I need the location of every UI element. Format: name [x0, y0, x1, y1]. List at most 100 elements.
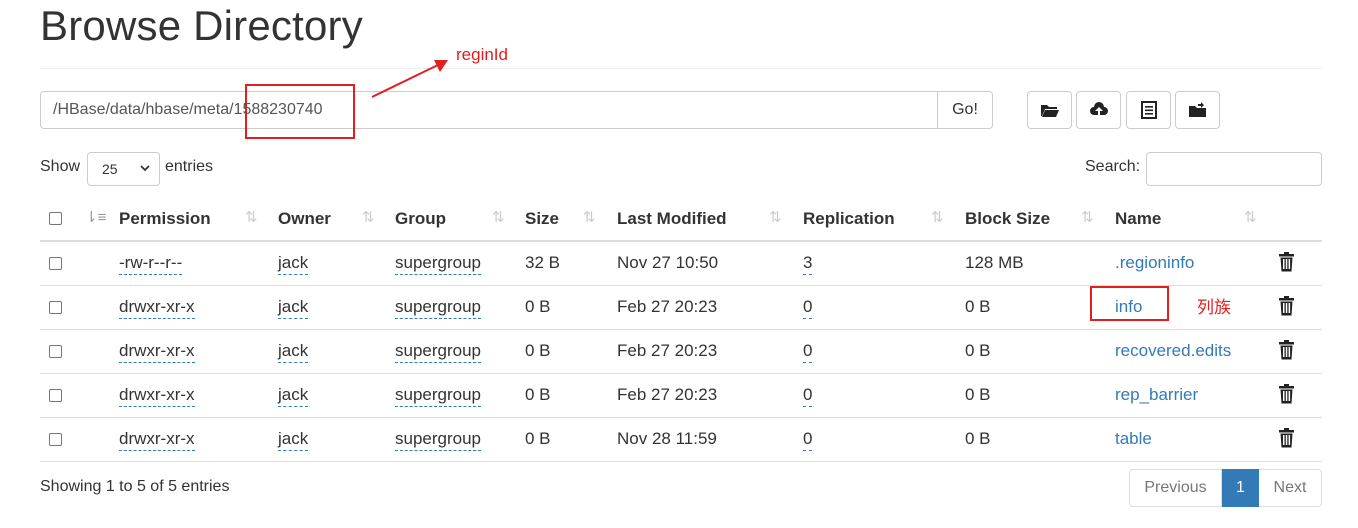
column-header-size[interactable]: Size — [525, 209, 559, 229]
region-id-highlight-box — [245, 84, 355, 139]
column-header-replication[interactable]: Replication — [803, 209, 895, 229]
trash-icon[interactable] — [1278, 296, 1295, 316]
sort-icon[interactable]: ⇅ — [583, 208, 596, 226]
permission-cell[interactable]: -rw-r--r-- — [119, 253, 183, 275]
block-size-cell: 128 MB — [965, 253, 1024, 272]
sort-icon[interactable]: ⇅ — [492, 208, 505, 226]
replication-cell[interactable]: 0 — [803, 297, 813, 319]
name-link[interactable]: recovered.edits — [1115, 341, 1231, 361]
column-header-name[interactable]: Name — [1115, 209, 1161, 229]
owner-cell[interactable]: jack — [278, 429, 309, 451]
sort-icon[interactable]: ⇅ — [245, 208, 258, 226]
create-directory-button[interactable] — [1027, 91, 1072, 129]
select-all-checkbox[interactable] — [49, 212, 62, 225]
table-header: ⇂≡ Permission ⇅ Owner ⇅ Group ⇅ Size ⇅ L… — [40, 198, 1322, 242]
block-size-cell: 0 B — [965, 341, 991, 360]
column-header-owner[interactable]: Owner — [278, 209, 331, 229]
previous-page-button[interactable]: Previous — [1129, 469, 1222, 507]
trash-icon[interactable] — [1278, 340, 1295, 360]
table-row: drwxr-xr-x jack supergroup 0 B Feb 27 20… — [40, 374, 1322, 418]
modified-cell: Feb 27 20:23 — [617, 385, 718, 404]
entries-per-page-value: 25 — [102, 161, 118, 177]
trash-icon[interactable] — [1278, 428, 1295, 448]
next-page-button[interactable]: Next — [1259, 469, 1322, 507]
sort-icon[interactable]: ⇅ — [1244, 208, 1257, 226]
size-cell: 0 B — [525, 429, 551, 448]
entries-label: entries — [165, 158, 214, 175]
name-link[interactable]: rep_barrier — [1115, 385, 1198, 405]
block-size-cell: 0 B — [965, 385, 991, 404]
column-header-block-size[interactable]: Block Size — [965, 209, 1050, 229]
region-id-annotation: reginId — [456, 45, 508, 64]
go-button[interactable]: Go! — [938, 91, 993, 129]
upload-button[interactable] — [1076, 91, 1121, 129]
modified-cell: Nov 28 11:59 — [617, 429, 717, 448]
replication-cell[interactable]: 0 — [803, 341, 813, 363]
column-header-last-modified[interactable]: Last Modified — [617, 209, 727, 229]
column-family-highlight-box — [1090, 286, 1169, 321]
row-checkbox[interactable] — [49, 301, 62, 314]
row-checkbox[interactable] — [49, 345, 62, 358]
group-cell[interactable]: supergroup — [395, 297, 482, 319]
entries-per-page-select[interactable]: 25 — [87, 152, 160, 186]
permission-cell[interactable]: drwxr-xr-x — [119, 341, 195, 363]
name-link[interactable]: .regioninfo — [1115, 253, 1194, 273]
owner-cell[interactable]: jack — [278, 341, 309, 363]
row-checkbox[interactable] — [49, 389, 62, 402]
block-size-cell: 0 B — [965, 297, 991, 316]
move-button[interactable] — [1175, 91, 1220, 129]
sort-icon[interactable]: ⇂≡ — [85, 208, 106, 226]
replication-cell[interactable]: 3 — [803, 253, 813, 275]
permission-cell[interactable]: drwxr-xr-x — [119, 297, 195, 319]
block-size-cell: 0 B — [965, 429, 991, 448]
search-input[interactable] — [1146, 152, 1322, 186]
replication-cell[interactable]: 0 — [803, 385, 813, 407]
column-header-permission[interactable]: Permission — [119, 209, 211, 229]
folder-open-icon — [1040, 105, 1059, 117]
permission-cell[interactable]: drwxr-xr-x — [119, 429, 195, 451]
owner-cell[interactable]: jack — [278, 253, 309, 275]
show-label: Show — [40, 158, 81, 175]
owner-cell[interactable]: jack — [278, 385, 309, 407]
page-button-current[interactable]: 1 — [1222, 469, 1259, 507]
annotation-arrow — [371, 60, 448, 98]
trash-icon[interactable] — [1278, 384, 1295, 404]
cut-paste-button[interactable] — [1126, 91, 1171, 129]
table-row: drwxr-xr-x jack supergroup 0 B Feb 27 20… — [40, 330, 1322, 374]
size-cell: 0 B — [525, 341, 551, 360]
table-row: -rw-r--r-- jack supergroup 32 B Nov 27 1… — [40, 242, 1322, 286]
cloud-upload-icon — [1089, 102, 1108, 117]
size-cell: 32 B — [525, 253, 560, 272]
sort-icon[interactable]: ⇅ — [1081, 208, 1094, 226]
trash-icon[interactable] — [1278, 252, 1295, 272]
group-cell[interactable]: supergroup — [395, 341, 482, 363]
page-title: Browse Directory — [40, 2, 363, 49]
table-info: Showing 1 to 5 of 5 entries — [40, 478, 230, 495]
column-header-group[interactable]: Group — [395, 209, 446, 229]
group-cell[interactable]: supergroup — [395, 385, 482, 407]
modified-cell: Feb 27 20:23 — [617, 341, 718, 360]
column-family-annotation: 列族 — [1197, 298, 1231, 317]
search-label: Search: — [1085, 158, 1141, 175]
path-bar: Go! — [40, 91, 993, 129]
group-cell[interactable]: supergroup — [395, 253, 482, 275]
group-cell[interactable]: supergroup — [395, 429, 482, 451]
replication-cell[interactable]: 0 — [803, 429, 813, 451]
sort-icon[interactable]: ⇅ — [769, 208, 782, 226]
owner-cell[interactable]: jack — [278, 297, 309, 319]
row-checkbox[interactable] — [49, 257, 62, 270]
modified-cell: Feb 27 20:23 — [617, 297, 718, 316]
list-alt-icon — [1140, 101, 1157, 119]
modified-cell: Nov 27 10:50 — [617, 253, 719, 272]
folder-move-icon — [1188, 102, 1206, 117]
sort-icon[interactable]: ⇅ — [931, 208, 944, 226]
title-divider — [40, 68, 1322, 69]
size-cell: 0 B — [525, 385, 551, 404]
path-input[interactable] — [40, 91, 938, 129]
permission-cell[interactable]: drwxr-xr-x — [119, 385, 195, 407]
chevron-down-icon — [140, 165, 150, 172]
row-checkbox[interactable] — [49, 433, 62, 446]
sort-icon[interactable]: ⇅ — [362, 208, 375, 226]
size-cell: 0 B — [525, 297, 551, 316]
name-link[interactable]: table — [1115, 429, 1152, 449]
